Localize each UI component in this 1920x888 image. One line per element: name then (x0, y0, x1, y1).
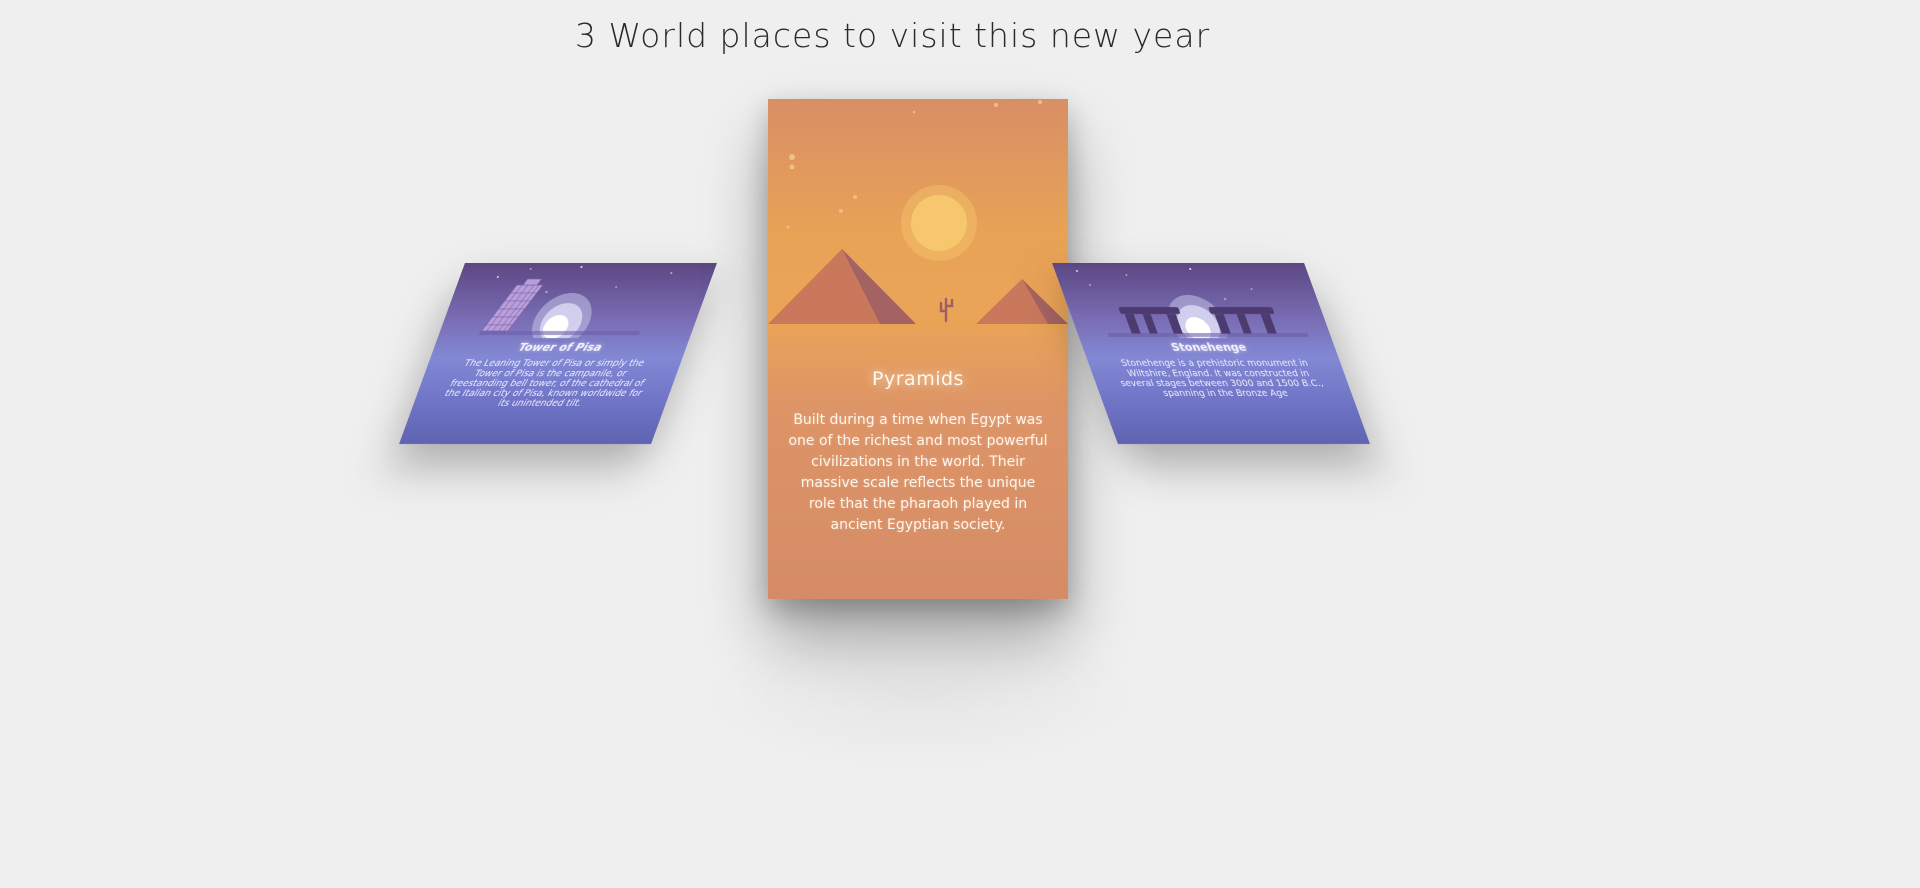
card-description: Built during a time when Egypt was one o… (788, 412, 1048, 533)
card-pyramids[interactable]: Pyramids Built during a time when Egypt … (768, 99, 1068, 599)
card-description: Stonehenge is a prehistoric monument in … (1119, 359, 1326, 399)
page-title: 3 World places to visit this new year (575, 16, 1211, 55)
stonehenge-icon (1075, 268, 1309, 338)
card-title: Stonehenge (1169, 341, 1249, 354)
card-stonehenge[interactable]: Stonehenge Stonehenge is a prehistoric m… (1052, 263, 1370, 444)
pyramids-icon (768, 100, 1068, 329)
floor-reflection (700, 620, 1140, 770)
card-title: Tower of Pisa (516, 341, 604, 354)
leaning-tower-icon (478, 266, 673, 338)
page: 3 World places to visit this new year To… (0, 0, 1920, 888)
card-title: Pyramids (872, 368, 964, 390)
card-tower-of-pisa[interactable]: Tower of Pisa The Leaning Tower of Pisa … (399, 263, 717, 444)
card-description: The Leaning Tower of Pisa or simply the … (443, 359, 646, 409)
